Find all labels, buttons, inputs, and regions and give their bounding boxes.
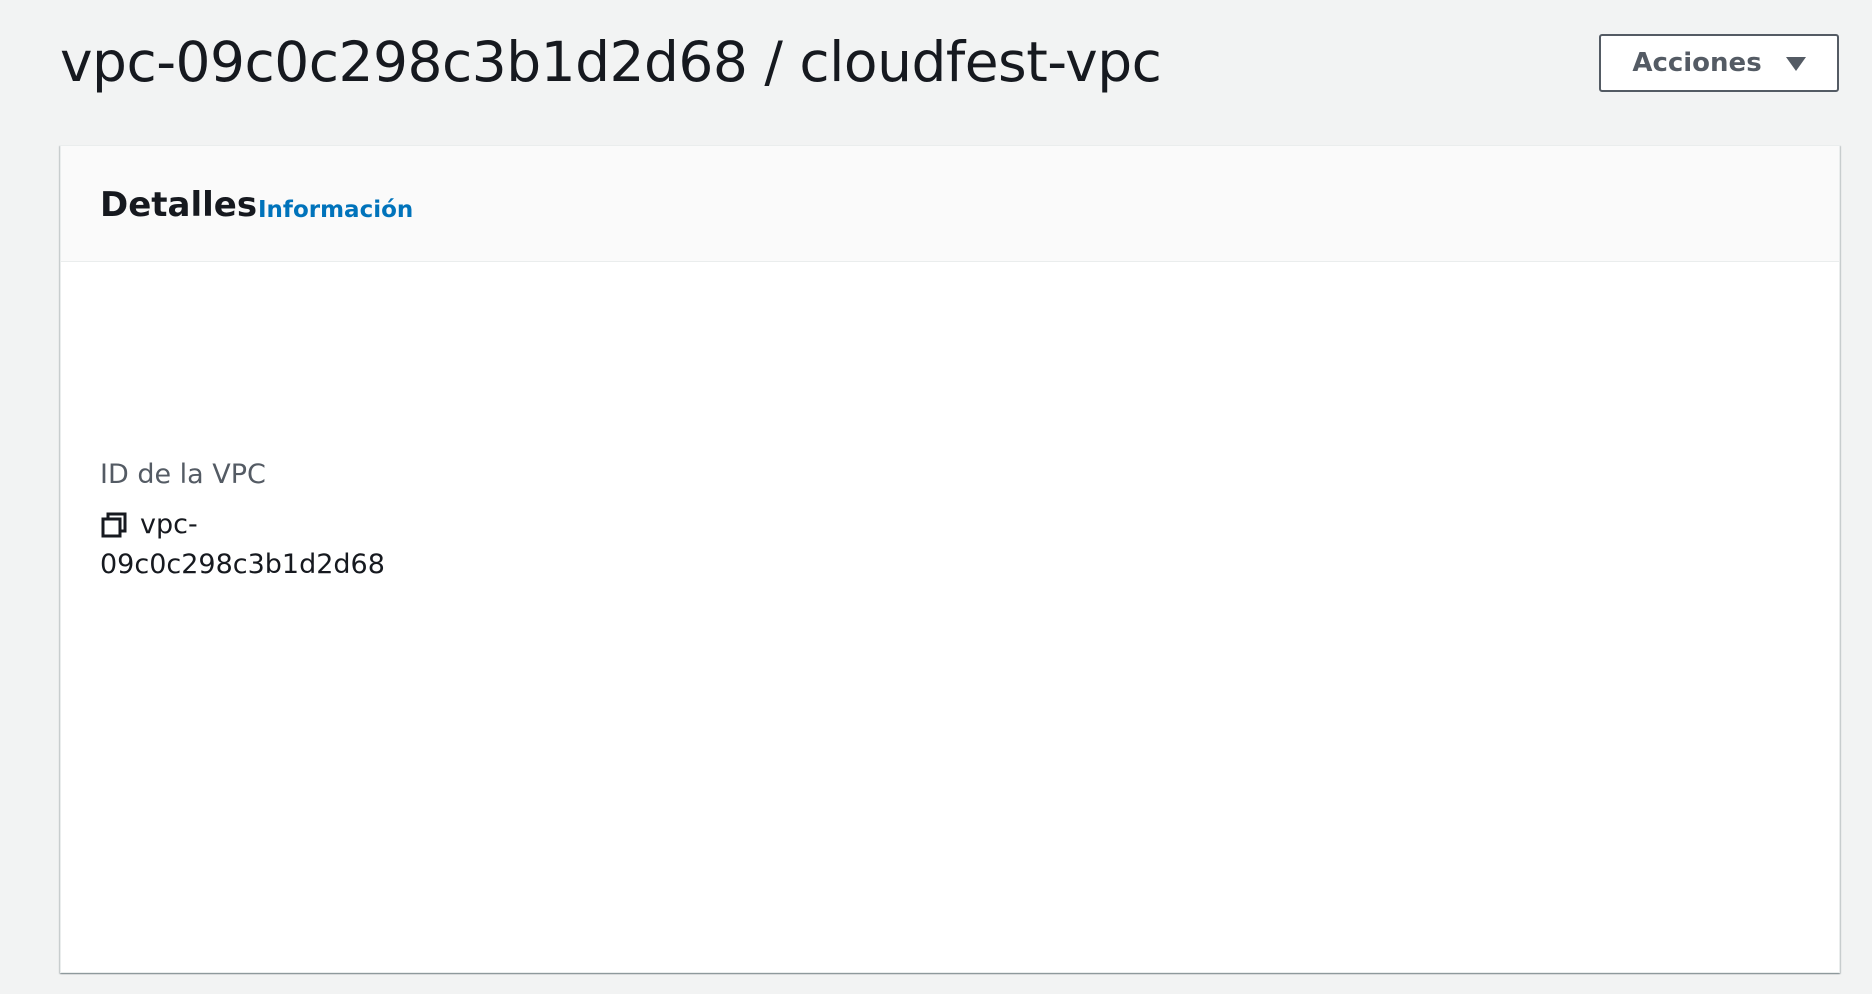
vpc-id-label: ID de la VPC (100, 459, 266, 490)
details-column-1: ID de la VPC vpc- 09c0c298c3b1d2d68 (100, 293, 508, 933)
details-panel-header: Detalles Información (61, 146, 1839, 262)
details-panel: Detalles Información ID de la VPC vpc- 0… (60, 145, 1840, 973)
info-link[interactable]: Información (258, 194, 413, 226)
details-columns: ID de la VPC vpc- 09c0c298c3b1d2d68 (61, 293, 1839, 933)
copy-icon[interactable] (100, 505, 130, 545)
field-vpc-id: ID de la VPC vpc- 09c0c298c3b1d2d68 (100, 455, 470, 585)
page-title: vpc-09c0c298c3b1d2d68 / cloudfest-vpc (60, 30, 1162, 94)
vpc-id-text: vpc- 09c0c298c3b1d2d68 (100, 509, 385, 580)
actions-dropdown-button[interactable]: Acciones (1599, 34, 1839, 92)
details-heading: Detalles (100, 185, 258, 225)
vpc-id-value: vpc- 09c0c298c3b1d2d68 (100, 505, 470, 585)
actions-button-label: Acciones (1632, 48, 1762, 78)
caret-down-icon (1785, 57, 1806, 71)
